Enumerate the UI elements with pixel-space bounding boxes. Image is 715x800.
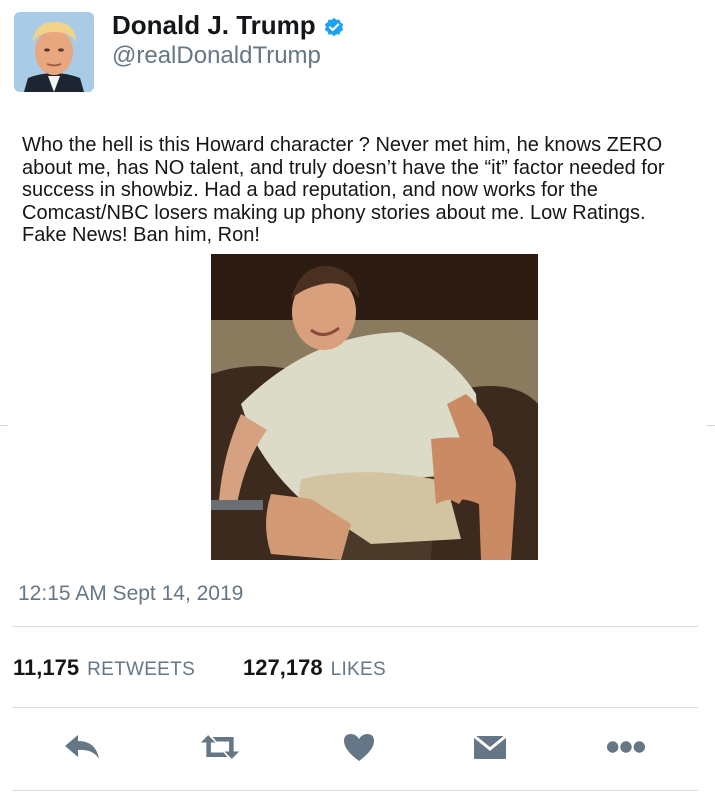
edge-divider-right xyxy=(707,425,715,426)
profile-photo xyxy=(14,12,94,92)
heart-icon xyxy=(344,734,374,761)
retweet-button[interactable] xyxy=(200,728,240,766)
attached-image xyxy=(211,254,538,560)
more-dots-icon xyxy=(606,741,646,753)
likes-count: 127,178 xyxy=(243,655,323,680)
tweet-stats: 11,175 RETWEETS 127,178 LIKES xyxy=(13,655,386,681)
divider xyxy=(12,707,698,708)
display-name[interactable]: Donald J. Trump xyxy=(112,10,345,41)
direct-message-button[interactable] xyxy=(470,728,510,766)
avatar[interactable] xyxy=(14,12,94,92)
retweets-label: RETWEETS xyxy=(87,659,196,680)
likes-stat[interactable]: 127,178 LIKES xyxy=(243,655,386,681)
retweet-icon xyxy=(200,735,240,759)
reply-icon xyxy=(65,735,99,759)
more-button[interactable] xyxy=(606,728,646,766)
verified-badge-icon xyxy=(323,15,345,37)
likes-label: LIKES xyxy=(330,659,386,680)
tweet-text: Who the hell is this Howard character ? … xyxy=(22,134,665,246)
tweet-photo[interactable] xyxy=(211,254,538,560)
retweets-stat[interactable]: 11,175 RETWEETS xyxy=(13,655,195,681)
like-button[interactable] xyxy=(339,728,379,766)
envelope-icon xyxy=(473,734,507,759)
divider xyxy=(12,626,698,627)
display-name-text: Donald J. Trump xyxy=(112,10,316,40)
retweets-count: 11,175 xyxy=(13,655,80,680)
reply-button[interactable] xyxy=(62,728,102,766)
divider xyxy=(12,790,698,791)
user-handle[interactable]: @realDonaldTrump xyxy=(112,42,321,70)
edge-divider-left xyxy=(0,425,8,426)
tweet-timestamp[interactable]: 12:15 AM Sept 14, 2019 xyxy=(18,582,243,606)
